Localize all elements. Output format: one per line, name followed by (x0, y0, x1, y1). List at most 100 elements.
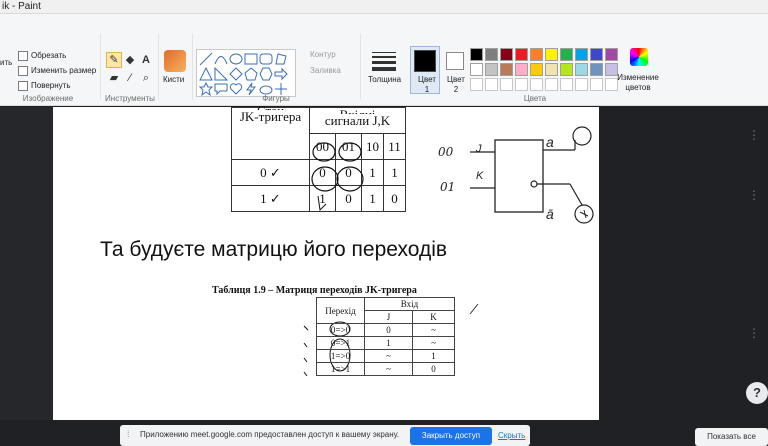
heart-shape-icon[interactable] (229, 82, 243, 96)
brushes-icon[interactable] (164, 50, 186, 72)
more-options-icon[interactable]: ⋮ (748, 128, 760, 142)
triangle-shape-icon[interactable] (199, 66, 213, 81)
edit-colors-icon[interactable] (630, 48, 648, 66)
select-button-label[interactable]: ить (0, 58, 12, 68)
palette-color-swatch[interactable] (590, 48, 603, 61)
palette-color-swatch[interactable] (590, 63, 603, 76)
custom-color-slot[interactable] (515, 78, 528, 91)
header-input: Вхід (364, 297, 455, 311)
custom-color-slot[interactable] (485, 78, 498, 91)
color2-swatch[interactable] (446, 52, 464, 70)
j-cell: ~ (364, 362, 413, 376)
palette-color-swatch[interactable] (485, 63, 498, 76)
crop-icon (18, 51, 28, 61)
custom-color-slot[interactable] (500, 78, 513, 91)
custom-color-slot[interactable] (590, 78, 603, 91)
right-arrow-shape-icon[interactable] (274, 67, 288, 81)
palette-color-swatch[interactable] (530, 48, 543, 61)
custom-color-slot[interactable] (530, 78, 543, 91)
j-cell: ~ (364, 349, 413, 363)
right-triangle-shape-icon[interactable] (214, 66, 229, 81)
state-cell: 0 ✓ (231, 159, 310, 186)
right-meet-panel (599, 107, 768, 420)
table-header-inputs: Вхідні сигнали J,K (309, 107, 406, 134)
header-text: сигнали J,K (324, 113, 391, 128)
thickness-icon[interactable] (372, 50, 396, 72)
callout-shape-icon[interactable] (214, 82, 228, 96)
table-row: 1=>0 ~ 1 (316, 349, 455, 363)
edit-colors-button[interactable]: Изменение цветов (614, 73, 662, 93)
divider (192, 34, 193, 100)
custom-color-slot[interactable] (470, 78, 483, 91)
pencil-icon[interactable]: ✎ (106, 52, 122, 68)
fill-dropdown[interactable]: Заливка (310, 66, 341, 76)
divider (100, 34, 101, 100)
custom-color-slot[interactable] (545, 78, 558, 91)
palette-color-swatch[interactable] (545, 63, 558, 76)
table-cell: 1 (361, 159, 384, 186)
palette-color-swatch[interactable] (575, 63, 588, 76)
custom-color-slot[interactable] (560, 78, 573, 91)
more-options-icon[interactable]: ⋮ (748, 326, 760, 340)
state-cell: 1 ✓ (231, 185, 310, 212)
star-shape-icon[interactable] (198, 81, 214, 97)
eraser-icon[interactable]: ▰ (106, 70, 122, 86)
custom-color-slot[interactable] (575, 78, 588, 91)
crop-button[interactable]: Обрезать (31, 51, 66, 61)
pentagon-shape-icon[interactable] (244, 67, 258, 81)
table-header-state: Стан JK-тригера (231, 104, 310, 160)
curve-shape-icon[interactable] (214, 52, 228, 66)
palette-color-swatch[interactable] (470, 63, 483, 76)
more-options-icon[interactable]: ⋮ (748, 188, 760, 202)
help-icon[interactable]: ? (746, 382, 768, 404)
table-caption: Таблиця 1.9 – Матриця переходів JK-триге… (212, 285, 417, 296)
palette-color-swatch[interactable] (575, 48, 588, 61)
hexagon-shape-icon[interactable] (259, 67, 273, 81)
oval-shape-icon[interactable] (229, 52, 243, 66)
color2-label[interactable]: Цвет 2 (446, 75, 466, 95)
palette-color-swatch[interactable] (530, 63, 543, 76)
palette-color-swatch[interactable] (515, 48, 528, 61)
sketch-label-k: K (476, 170, 484, 182)
table-cell: 1 (383, 159, 406, 186)
palette-color-swatch[interactable] (515, 63, 528, 76)
resize-icon (18, 66, 28, 76)
resize-button[interactable]: Изменить размер (31, 66, 96, 76)
drag-handle-icon[interactable]: ⁞ (127, 429, 130, 439)
hide-link[interactable]: Скрыть (498, 431, 525, 440)
show-all-button[interactable]: Показать все (695, 428, 768, 446)
rotate-button[interactable]: Повернуть (31, 81, 71, 91)
magnifier-icon[interactable]: ⌕ (138, 70, 154, 86)
outline-dropdown[interactable]: Контур (310, 50, 336, 60)
table-cell: 1 (361, 185, 384, 212)
rounded-rectangle-shape-icon[interactable] (259, 52, 273, 66)
thickness-button[interactable]: Толщина (368, 75, 401, 85)
brushes-button[interactable]: Кисти (163, 75, 184, 85)
palette-color-swatch[interactable] (500, 63, 513, 76)
palette-color-swatch[interactable] (485, 48, 498, 61)
palette-color-swatch[interactable] (605, 48, 618, 61)
sketch-label-j: J (476, 143, 482, 155)
k-cell: 1 (412, 349, 455, 363)
stop-sharing-button[interactable]: Закрыть доступ (410, 427, 492, 445)
table-cell: 0 (309, 159, 336, 186)
shapes-gallery[interactable] (196, 49, 296, 97)
divider (360, 34, 361, 100)
fill-bucket-icon[interactable]: ◆ (122, 52, 138, 68)
palette-color-swatch[interactable] (500, 48, 513, 61)
palette-color-swatch[interactable] (560, 48, 573, 61)
divider (158, 34, 159, 100)
polygon-shape-icon[interactable] (274, 52, 288, 66)
left-meet-panel (0, 107, 53, 420)
check-mark: ✓ (269, 164, 281, 180)
diamond-shape-icon[interactable] (229, 67, 243, 81)
palette-color-swatch[interactable] (560, 63, 573, 76)
text-tool-icon[interactable]: A (138, 52, 154, 68)
palette-color-swatch[interactable] (545, 48, 558, 61)
colors-group-label: Цвета (523, 94, 547, 103)
input-combo: 11 (383, 133, 406, 160)
line-shape-icon[interactable] (199, 52, 213, 66)
color-picker-icon[interactable]: ⁄ (122, 70, 138, 86)
rectangle-shape-icon[interactable] (244, 52, 258, 66)
palette-color-swatch[interactable] (470, 48, 483, 61)
